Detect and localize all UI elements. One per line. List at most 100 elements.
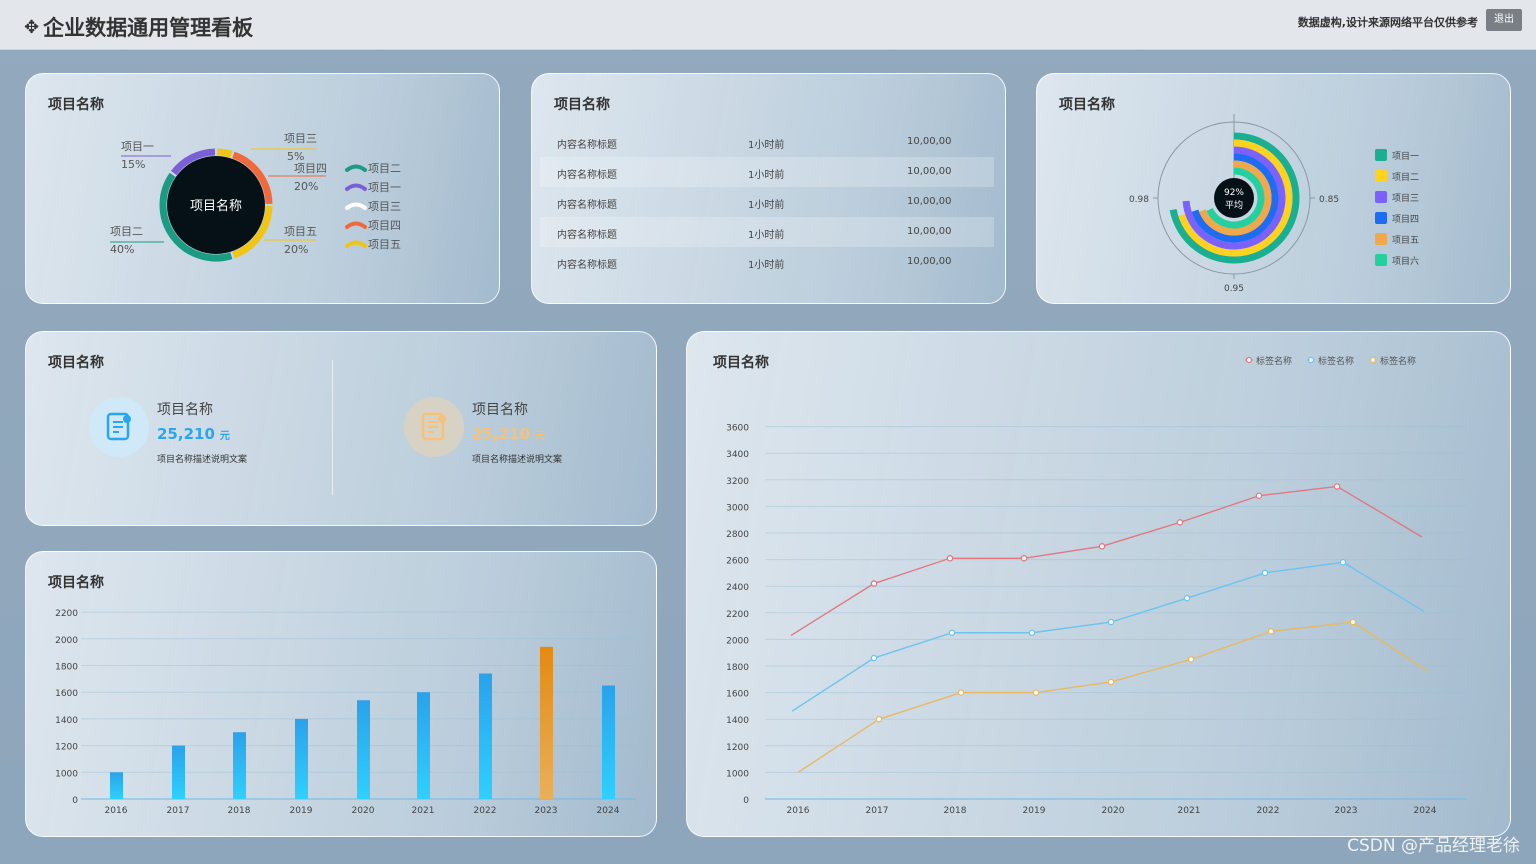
y-tick-label: 0 <box>72 796 78 806</box>
donut-label-value: 20% <box>294 180 318 193</box>
donut-label-name: 项目三 <box>284 132 317 145</box>
bar-2020 <box>357 700 370 799</box>
stat-description: 项目名称描述说明文案 <box>472 455 563 465</box>
disclaimer-text: 数据虚构,设计来源网络平台仅供参考 <box>1297 16 1478 29</box>
data-point <box>1032 689 1040 696</box>
line-chart: 0 1000 1200 1400 1600 1800 2000 2200 2400 2600 280… <box>726 355 1467 816</box>
radial-tick-label: 0.85 <box>1319 195 1339 205</box>
data-point <box>875 715 883 723</box>
legend-swatch <box>1375 149 1387 161</box>
legend-swatch <box>1375 170 1387 182</box>
donut-panel: 项目名称 项目一 15% 项目三 5% 项目四 20% 项目五 20% 项目二 40% 项目名称 项目… <box>25 73 500 304</box>
donut-label-value: 15% <box>121 158 145 171</box>
data-point <box>1020 555 1028 562</box>
logout-button[interactable]: 退出 <box>1486 9 1522 31</box>
legend-label: 标签名称 <box>1256 355 1292 367</box>
legend-swatch <box>1375 212 1387 224</box>
line-series <box>797 621 1429 773</box>
legend-label: 标签名称 <box>1318 355 1354 367</box>
list-value: 10,00,00 <box>907 166 952 177</box>
list-panel: 项目名称 内容名称标题 1小时前 10,00,00 内容名称标题 1小时前 10,00,0… <box>531 73 1006 304</box>
list-title: 内容名称标题 <box>557 140 617 151</box>
bar-2016 <box>110 772 123 799</box>
y-tick-label: 1000 <box>726 769 749 779</box>
bar-2019 <box>295 718 308 799</box>
x-tick-label: 2022 <box>474 806 497 816</box>
list-row[interactable]: 内容名称标题 1小时前 10,00,00 <box>540 247 994 277</box>
radial-center-value: 92% <box>1224 188 1244 198</box>
bar-2023 <box>540 646 553 799</box>
stat-card: 项目名称 25,210 元 项目名称描述说明文案 <box>404 397 656 477</box>
x-tick-label: 2024 <box>597 806 620 816</box>
donut-label-name: 项目一 <box>121 140 154 153</box>
data-point <box>1183 594 1191 602</box>
line-panel: 项目名称 0 1000 1200 1400 1600 1800 2000 2200 2400 26… <box>686 331 1511 837</box>
list-row[interactable]: 内容名称标题 1小时前 10,00,00 <box>540 217 994 247</box>
legend-label: 项目六 <box>1392 255 1419 267</box>
donut-chart: 项目一15%项目三5%项目四20%项目五20%项目二40%项目名称项目二项目一项… <box>110 132 401 262</box>
x-tick-label: 2018 <box>944 806 967 816</box>
data-point <box>1187 656 1195 663</box>
donut-label-name: 项目二 <box>110 225 143 238</box>
list-row[interactable]: 内容名称标题 1小时前 10,00,00 <box>540 187 994 217</box>
y-tick-label: 1400 <box>55 716 78 726</box>
data-point <box>1176 519 1184 526</box>
data-point <box>957 689 965 696</box>
legend-label: 标签名称 <box>1380 355 1416 367</box>
list-time: 1小时前 <box>748 260 785 271</box>
list-row[interactable]: 内容名称标题 1小时前 10,00,00 <box>540 127 994 157</box>
list-title: 内容名称标题 <box>557 170 617 181</box>
line-series <box>791 561 1425 712</box>
legend-label: 项目二 <box>1392 172 1419 183</box>
list-time: 1小时前 <box>748 200 785 211</box>
stat-value: 25,210 元 <box>157 425 230 443</box>
y-tick-label: 2000 <box>726 636 749 646</box>
panel-title: 项目名称 <box>48 355 104 371</box>
legend-label: 项目二 <box>368 162 401 175</box>
data-point <box>948 629 956 636</box>
legend-swatch <box>345 221 367 229</box>
panel-title: 项目名称 <box>554 97 610 113</box>
y-tick-label: 1800 <box>726 663 749 673</box>
y-tick-label: 1600 <box>726 690 749 700</box>
y-tick-label: 3200 <box>726 477 749 487</box>
bar-2021 <box>417 692 430 799</box>
y-tick-label: 2800 <box>726 530 749 540</box>
bar-2022 <box>479 673 492 799</box>
x-tick-label: 2018 <box>228 806 251 816</box>
data-point <box>1267 628 1275 635</box>
page-title-text: 企业数据通用管理看板 <box>43 16 254 40</box>
donut-label-value: 20% <box>284 243 308 256</box>
y-tick-label: 2400 <box>726 583 749 593</box>
bar-chart: 0 1000 1200 1400 1600 1800 2000 2200 2016 2017 201… <box>55 609 636 816</box>
document-icon <box>404 397 464 457</box>
data-point <box>870 580 878 587</box>
y-tick-label: 2200 <box>726 610 749 620</box>
legend-swatch <box>1375 233 1387 245</box>
legend-label: 项目一 <box>1392 151 1419 162</box>
data-point <box>1339 559 1347 566</box>
legend-swatch <box>345 164 367 172</box>
top-bar: ✥ 企业数据通用管理看板 数据虚构,设计来源网络平台仅供参考 退出 <box>0 0 1536 50</box>
y-tick-label: 1200 <box>726 743 749 753</box>
radial-tick-label: 0.98 <box>1129 195 1149 205</box>
data-point <box>1255 492 1263 500</box>
x-tick-label: 2019 <box>290 806 313 816</box>
legend-marker <box>1369 356 1377 364</box>
stat-card: 项目名称 25,210 元 项目名称描述说明文案 <box>89 397 349 477</box>
target-icon: ✥ <box>24 16 40 38</box>
bar-panel: 项目名称 0 1000 1200 1400 1600 1800 2000 2200 2016 20… <box>25 551 657 837</box>
list-row[interactable]: 内容名称标题 1小时前 10,00,00 <box>540 157 994 187</box>
stat-name: 项目名称 <box>472 402 528 418</box>
donut-label-name: 项目四 <box>294 162 327 175</box>
legend-label: 项目四 <box>1392 214 1419 225</box>
y-tick-label: 1800 <box>55 663 78 673</box>
y-tick-label: 2000 <box>55 636 78 646</box>
data-point <box>1107 678 1115 686</box>
legend-label: 项目四 <box>368 219 401 232</box>
legend-marker <box>1245 356 1253 364</box>
document-icon <box>89 397 149 457</box>
y-tick-label: 3000 <box>726 503 749 513</box>
y-tick-label: 3600 <box>726 424 749 434</box>
x-tick-label: 2023 <box>1335 806 1358 816</box>
